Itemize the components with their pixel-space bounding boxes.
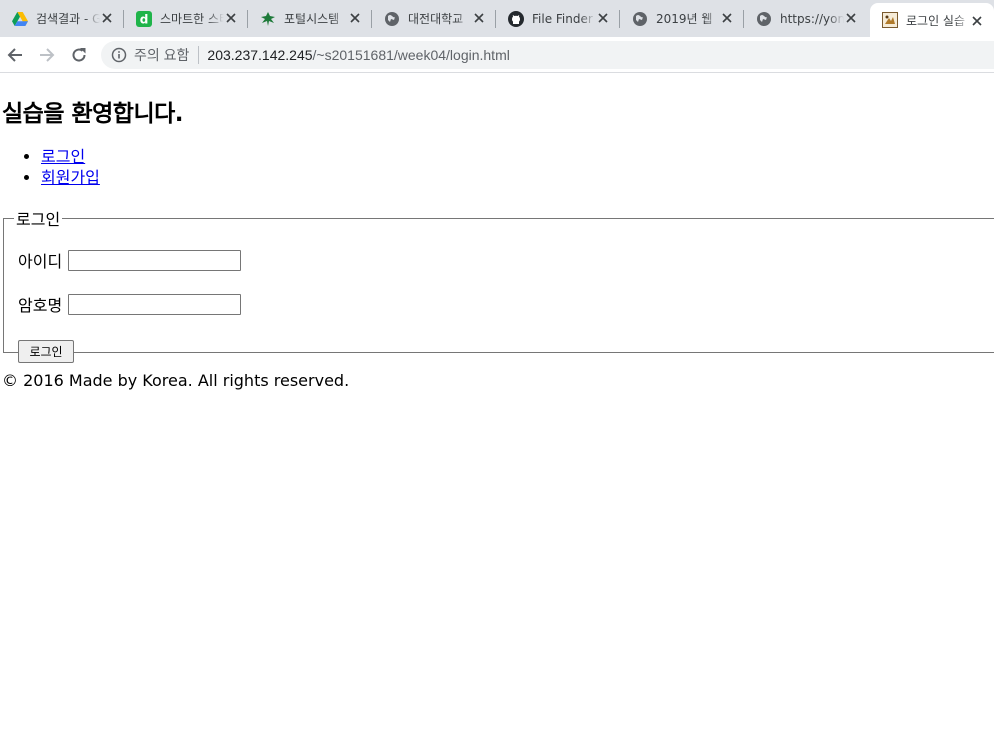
id-row: 아이디 [18, 248, 242, 272]
close-icon[interactable] [471, 10, 487, 26]
security-chip[interactable]: 주의 요함 [111, 45, 189, 65]
tab-title: 대전대학교 [408, 12, 464, 26]
tab-portal[interactable]: 포털시스템 [248, 0, 372, 37]
close-icon[interactable] [223, 10, 239, 26]
id-label: 아이디 [18, 252, 63, 271]
password-row: 암호명 [18, 292, 242, 316]
reload-button[interactable] [67, 43, 91, 67]
arrow-left-icon [7, 48, 22, 62]
forward-button[interactable] [35, 43, 59, 67]
omnibox-divider [198, 46, 200, 64]
d-app-icon: d [136, 10, 152, 27]
globe-icon [384, 11, 400, 27]
tab-title: File Finder [532, 11, 593, 26]
page-title: 실습을 환영합니다. [2, 101, 184, 127]
login-fieldset: 로그인 아이디 암호명 로그인 [3, 206, 994, 363]
tab-google-drive[interactable]: 검색결과 - Google 드라이브 [0, 0, 124, 37]
tab-daejeon-univ[interactable]: 대전대학교 [372, 0, 496, 37]
password-input[interactable] [68, 293, 242, 315]
page-content: 실습을 환영합니다. 로그인 회원가입 로그인 아이디 암호명 로그인 © 20… [0, 74, 994, 732]
login-link[interactable]: 로그인 [41, 147, 85, 166]
tab-smart-study[interactable]: d 스마트한 스터디 [124, 0, 248, 37]
back-button[interactable] [3, 43, 27, 67]
url-host: 203.237.142.245 [207, 47, 313, 63]
tab-https-yon[interactable]: https://yon [744, 0, 868, 37]
signup-link[interactable]: 회원가입 [41, 168, 100, 187]
tab-2019-web[interactable]: 2019년 웹 [620, 0, 744, 37]
page-thumbnail-icon [882, 12, 898, 28]
arrow-right-icon [40, 48, 55, 62]
close-icon[interactable] [969, 13, 985, 29]
security-label: 주의 요함 [134, 47, 190, 63]
tab-login-practice[interactable]: 로그인 실습 [870, 3, 994, 37]
address-bar[interactable]: 주의 요함 203.237.142.245/~s20151681/week04/… [101, 41, 994, 69]
id-input[interactable] [68, 249, 242, 271]
info-icon [111, 47, 127, 63]
password-label: 암호명 [18, 296, 63, 315]
github-icon [508, 10, 524, 27]
reload-icon [72, 48, 86, 62]
list-item: 회원가입 [41, 167, 100, 188]
login-button[interactable]: 로그인 [18, 340, 74, 363]
tab-title: 2019년 웹 [656, 12, 713, 26]
tab-title: 포털시스템 [284, 12, 340, 26]
footer-copyright: © 2016 Made by Korea. All rights reserve… [2, 371, 350, 390]
close-icon[interactable] [719, 10, 735, 26]
globe-icon [632, 11, 648, 27]
tab-strip: 검색결과 - Google 드라이브 d 스마트한 스터디 포털시스템 대전대학… [0, 0, 994, 37]
tab-title: 검색결과 - Google 드라이브 [36, 12, 100, 26]
url-path: /~s20151681/week04/login.html [312, 47, 510, 63]
tab-title: 로그인 실습 [906, 13, 966, 28]
svg-text:d: d [140, 12, 149, 26]
tab-file-finder[interactable]: File Finder [496, 0, 620, 37]
close-icon[interactable] [595, 10, 611, 26]
close-icon[interactable] [347, 10, 363, 26]
google-drive-icon [12, 11, 28, 27]
globe-icon [756, 11, 772, 27]
list-item: 로그인 [41, 146, 100, 167]
tab-title: https://yon [780, 11, 844, 26]
browser-toolbar: 주의 요함 203.237.142.245/~s20151681/week04/… [0, 37, 994, 73]
nav-list: 로그인 회원가입 [0, 146, 100, 188]
close-icon[interactable] [99, 10, 115, 26]
close-icon[interactable] [843, 10, 859, 26]
portal-leaf-icon [260, 11, 276, 27]
fieldset-legend: 로그인 [16, 210, 61, 229]
tab-title: 스마트한 스터디 [160, 12, 224, 26]
